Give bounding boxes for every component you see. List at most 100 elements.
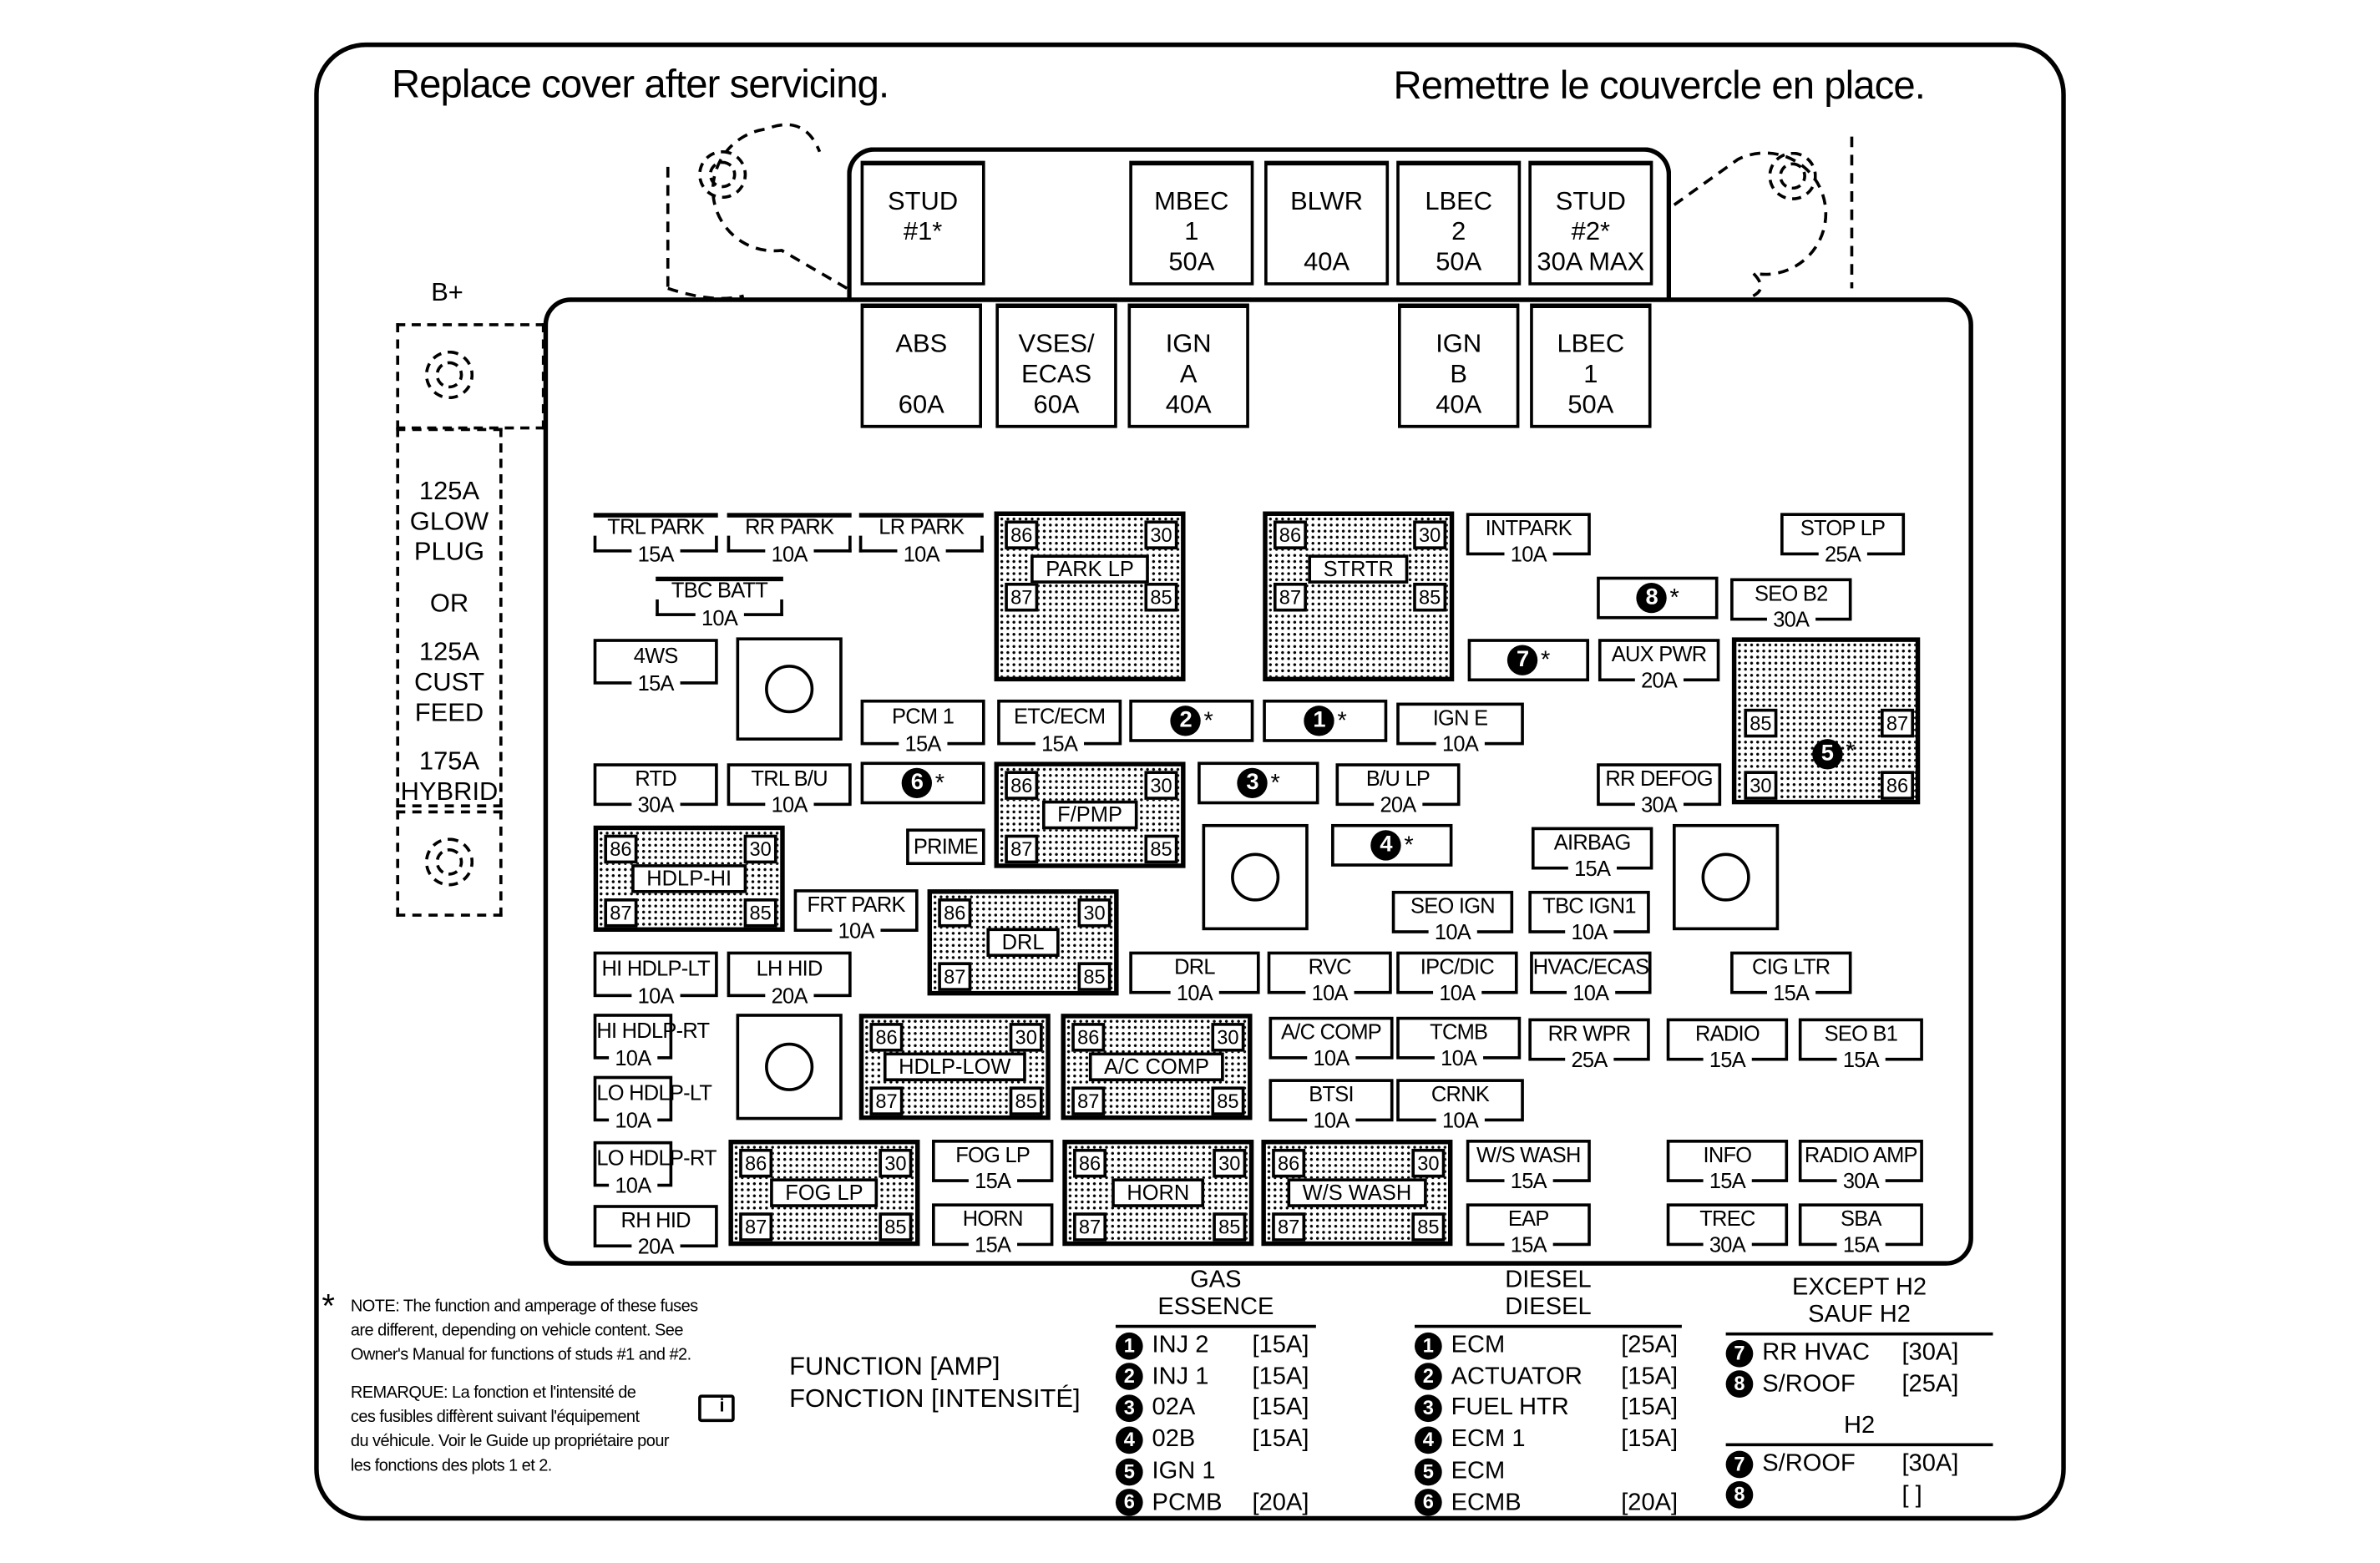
maxi-top-fuse-stud[interactable]: STUD #1* bbox=[860, 160, 985, 286]
mini-fuse-etc-ecm[interactable]: ETC/ECM 15A bbox=[997, 699, 1122, 756]
mini-fuse-eap[interactable]: EAP 15A bbox=[1466, 1203, 1591, 1257]
numbered-fuse-4[interactable]: 4 * bbox=[1331, 823, 1453, 867]
relay-hdlp-low[interactable]: 86 30 87 85 HDLP-LOW bbox=[858, 1014, 1051, 1120]
fuse-label: #2* bbox=[1571, 216, 1611, 246]
mini-fuse-tcmb[interactable]: TCMB 10A bbox=[1396, 1016, 1522, 1070]
mini-fuse-prime[interactable]: PRIME bbox=[906, 828, 985, 866]
relay-horn[interactable]: 86 30 87 85 HORN bbox=[1062, 1140, 1254, 1247]
mini-fuse-fog-lp[interactable]: FOG LP 15A bbox=[932, 1140, 1054, 1193]
mini-fuse-lo-hdlp-rt[interactable]: LO HDLP-RT 10A bbox=[593, 1141, 717, 1198]
mini-fuse-horn[interactable]: HORN 15A bbox=[932, 1203, 1054, 1257]
mini-fuse-seo-ign[interactable]: SEO IGN 10A bbox=[1391, 890, 1514, 944]
mini-fuse-ipc-dic[interactable]: IPC/DIC 10A bbox=[1396, 951, 1518, 1005]
fuse-amperage: 15A bbox=[1836, 1233, 1886, 1257]
mini-fuse-lo-hdlp-lt[interactable]: LO HDLP-LT 10A bbox=[593, 1075, 712, 1132]
mini-fuse-4ws[interactable]: 4WS 15A bbox=[593, 639, 718, 696]
relay-a-c-comp[interactable]: 86 30 87 85 A/C COMP bbox=[1061, 1014, 1253, 1120]
mini-fuse-rr-defog[interactable]: RR DEFOG 30A bbox=[1597, 763, 1722, 817]
mini-fuse-cig-ltr[interactable]: CIG LTR 15A bbox=[1730, 951, 1852, 1005]
mini-fuse-sba[interactable]: SBA 15A bbox=[1798, 1203, 1923, 1257]
battery-stud-icon[interactable] bbox=[424, 350, 474, 400]
mini-fuse-airbag[interactable]: AIRBAG 15A bbox=[1531, 827, 1653, 881]
fuse-amperage: 10A bbox=[1565, 920, 1613, 944]
mini-fuse-drl[interactable]: DRL 10A bbox=[1129, 951, 1260, 1005]
maxi-bottom-fuse-lbec[interactable]: LBEC 1 50A bbox=[1530, 303, 1652, 428]
mini-fuse-trl-park[interactable]: TRL PARK 15A bbox=[593, 513, 718, 566]
number-badge-icon: 4 bbox=[1115, 1426, 1143, 1454]
legend-row: 8 S/ROOF [25A] bbox=[1725, 1370, 1993, 1400]
mini-fuse-seo-b2[interactable]: SEO B2 30A bbox=[1730, 578, 1852, 632]
mini-fuse-rr-wpr[interactable]: RR WPR 25A bbox=[1528, 1018, 1650, 1072]
numbered-fuse-3[interactable]: 3 * bbox=[1198, 761, 1319, 805]
mini-fuse-hvac-ecas[interactable]: HVAC/ECAS 10A bbox=[1530, 951, 1652, 1005]
fuse-amperage: 15A bbox=[968, 1169, 1017, 1193]
number-badge-icon: 3 bbox=[1237, 767, 1268, 799]
relay-pin-85: 85 bbox=[1077, 962, 1112, 991]
maxi-bottom-fuse-ign[interactable]: IGN B 40A bbox=[1398, 303, 1520, 428]
relay-w-s-wash[interactable]: 86 30 87 85 W/S WASH bbox=[1261, 1140, 1453, 1247]
relay-fog-lp[interactable]: 86 30 87 85 FOG LP bbox=[728, 1140, 920, 1247]
relay-pin-86: 86 bbox=[938, 898, 972, 928]
relay-5[interactable]: 85 87 30 86 5 * bbox=[1731, 637, 1921, 805]
mini-fuse-frt-park[interactable]: FRT PARK 10A bbox=[793, 889, 919, 943]
mini-fuse-rtd[interactable]: RTD 30A bbox=[593, 763, 718, 817]
mini-fuse-crnk[interactable]: CRNK 10A bbox=[1396, 1079, 1524, 1132]
mini-fuse-rh-hid[interactable]: RH HID 20A bbox=[593, 1205, 718, 1258]
maxi-top-fuse-stud[interactable]: STUD #2* 30A MAX bbox=[1528, 160, 1653, 286]
numbered-fuse-8[interactable]: 8 * bbox=[1597, 576, 1719, 620]
fuse-name: RR DEFOG bbox=[1605, 766, 1713, 791]
relay-f-pmp[interactable]: 86 30 87 85 F/PMP bbox=[994, 761, 1186, 868]
mini-fuse-radio-amp[interactable]: RADIO AMP 30A bbox=[1798, 1140, 1923, 1193]
mini-fuse-btsi[interactable]: BTSI 10A bbox=[1268, 1079, 1394, 1132]
asterisk-icon: * bbox=[1541, 647, 1550, 674]
number-badge-icon: 1 bbox=[1304, 706, 1334, 736]
legend-function: ACTUATOR bbox=[1451, 1363, 1582, 1390]
legend-row: 5 ECM bbox=[1415, 1457, 1682, 1487]
function-header: FUNCTION [AMP] FONCTION [INTENSITÉ] bbox=[789, 1352, 1081, 1414]
mini-fuse-a-c-comp[interactable]: A/C COMP 10A bbox=[1268, 1016, 1394, 1070]
relay-pin-30: 30 bbox=[1411, 1148, 1446, 1178]
maxi-top-fuse-lbec[interactable]: LBEC 2 50A bbox=[1396, 160, 1522, 286]
mini-fuse-info[interactable]: INFO 15A bbox=[1666, 1140, 1789, 1193]
mini-fuse-seo-b1[interactable]: SEO B1 15A bbox=[1798, 1018, 1923, 1072]
mini-fuse-rvc[interactable]: RVC 10A bbox=[1267, 951, 1392, 1005]
relay-drl[interactable]: 86 30 87 85 DRL bbox=[927, 889, 1119, 996]
slot-hole-icon bbox=[765, 1042, 814, 1091]
relay-park-lp[interactable]: 86 30 87 85 PARK LP bbox=[994, 511, 1186, 682]
mini-fuse-tbc-batt[interactable]: TBC BATT 10A bbox=[656, 576, 783, 630]
relay-hdlp-hi[interactable]: 86 30 87 85 HDLP-HI bbox=[593, 825, 785, 933]
relay-pin-85: 85 bbox=[879, 1212, 913, 1242]
numbered-fuse-6[interactable]: 6 * bbox=[860, 761, 985, 805]
mini-fuse-ign-e[interactable]: IGN E 10A bbox=[1396, 702, 1524, 756]
mini-fuse-aux-pwr[interactable]: AUX PWR 20A bbox=[1598, 639, 1720, 692]
mini-fuse-radio[interactable]: RADIO 15A bbox=[1666, 1018, 1789, 1072]
mini-fuse-w-s-wash[interactable]: W/S WASH 15A bbox=[1466, 1140, 1591, 1193]
maxi-top-fuse-mbec[interactable]: MBEC 1 50A bbox=[1129, 160, 1254, 286]
mini-fuse-lh-hid[interactable]: LH HID 20A bbox=[727, 951, 852, 1008]
maxi-bottom-fuse-vses[interactable]: VSES/ECAS 60A bbox=[995, 303, 1117, 428]
mini-fuse-b-u-lp[interactable]: B/U LP 20A bbox=[1335, 763, 1461, 817]
numbered-fuse-1[interactable]: 1 * bbox=[1263, 699, 1388, 742]
fuse-amperage: 10A bbox=[1170, 981, 1219, 1005]
mini-fuse-stop-lp[interactable]: STOP LP 25A bbox=[1780, 513, 1906, 566]
mini-fuse-hi-hdlp-rt[interactable]: HI HDLP-RT 10A bbox=[593, 1014, 710, 1070]
lower-stud-icon[interactable] bbox=[424, 837, 474, 887]
mini-fuse-rr-park[interactable]: RR PARK 10A bbox=[727, 513, 852, 566]
numbered-fuse-2[interactable]: 2 * bbox=[1129, 699, 1254, 742]
mini-fuse-lr-park[interactable]: LR PARK 10A bbox=[858, 513, 984, 566]
fuse-name: SEO IGN bbox=[1410, 893, 1496, 918]
mini-fuse-tbc-ign1[interactable]: TBC IGN1 10A bbox=[1528, 890, 1650, 944]
maxi-top-fuse-blwr[interactable]: BLWR 40A bbox=[1264, 160, 1390, 286]
number-badge-icon: 7 bbox=[1725, 1339, 1754, 1368]
mini-fuse-hi-hdlp-lt[interactable]: HI HDLP-LT 10A bbox=[593, 951, 718, 1008]
mini-fuse-pcm-1[interactable]: PCM 1 15A bbox=[860, 699, 985, 756]
maxi-bottom-fuse-ign[interactable]: IGN A 40A bbox=[1127, 303, 1249, 428]
maxi-bottom-fuse-abs[interactable]: ABS 60A bbox=[860, 303, 982, 428]
fuse-label: STUD bbox=[888, 186, 959, 216]
numbered-fuse-7[interactable]: 7 * bbox=[1467, 639, 1590, 682]
relay-strtr[interactable]: 86 30 87 85 STRTR bbox=[1263, 511, 1455, 682]
mini-fuse-trec[interactable]: TREC 30A bbox=[1666, 1203, 1789, 1257]
mini-fuse-trl-b-u[interactable]: TRL B/U 10A bbox=[727, 763, 852, 817]
fuse-amperage: 10A bbox=[1305, 981, 1355, 1005]
mini-fuse-intpark[interactable]: INTPARK 10A bbox=[1466, 513, 1591, 566]
